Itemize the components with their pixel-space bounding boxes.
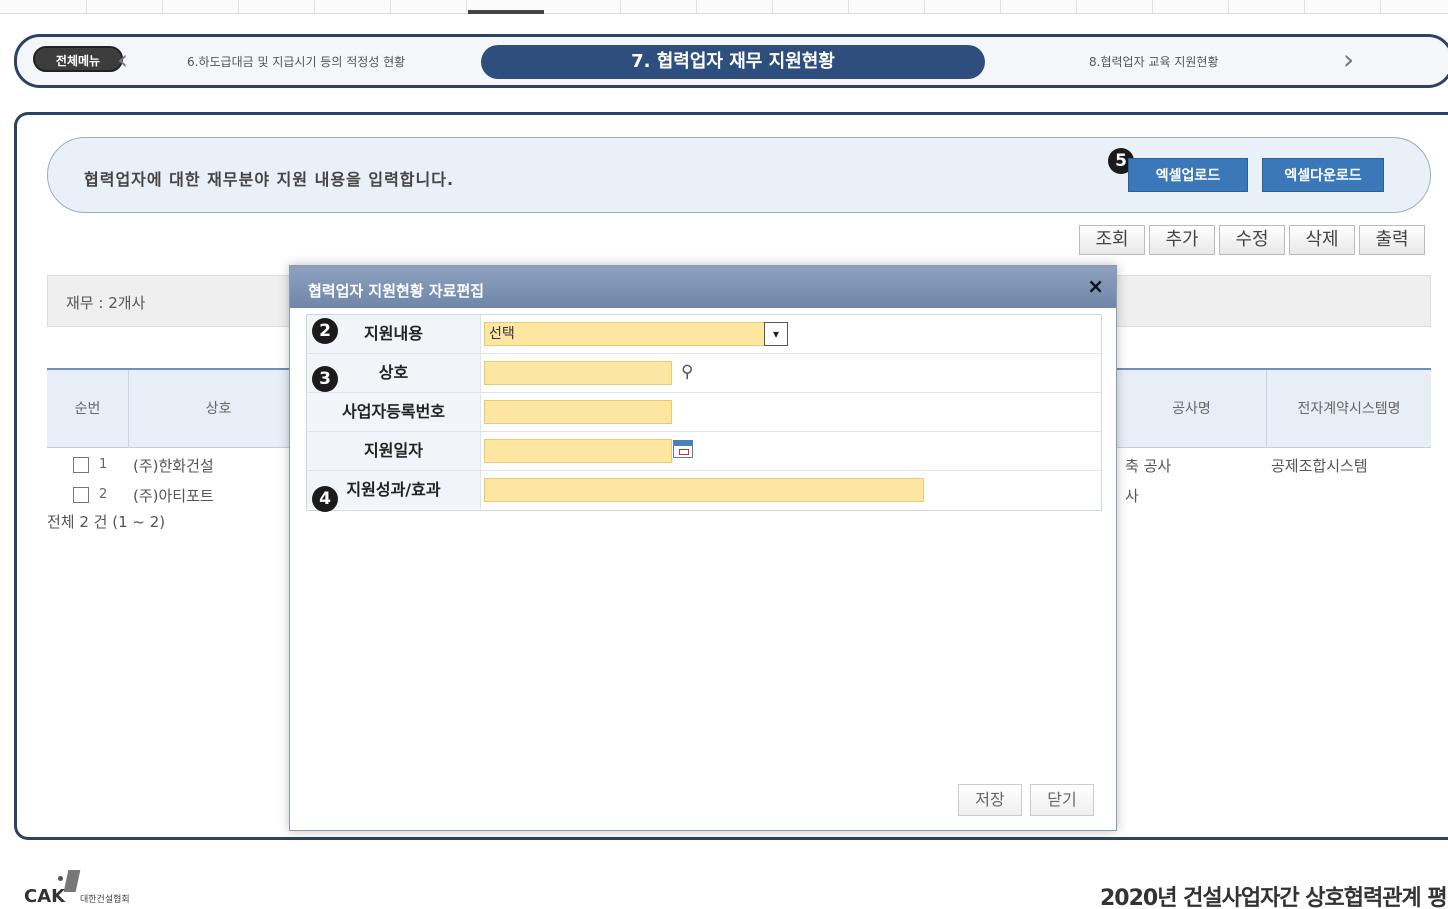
tab-divider xyxy=(620,0,621,13)
tab-divider xyxy=(1228,0,1229,13)
add-button[interactable]: 추가 xyxy=(1149,225,1215,255)
support-content-select[interactable]: 선택 ▾ xyxy=(484,322,788,346)
print-button[interactable]: 출력 xyxy=(1359,225,1425,255)
step-badge-2: 2 xyxy=(312,318,338,344)
step-navigation: 전체메뉴 ‹ 6.하도급대금 및 지급시기 등의 적정성 현황 7. 협력업자 … xyxy=(14,34,1448,88)
step-badge-4: 4 xyxy=(312,486,338,512)
logo-text: CAK xyxy=(24,886,66,907)
tab-divider xyxy=(238,0,239,13)
row-number: 1 xyxy=(99,457,108,472)
row-company: (주)한화건설 xyxy=(133,457,214,475)
chevron-right-icon[interactable]: › xyxy=(1343,45,1354,75)
excel-download-button[interactable]: 엑셀다운로드 xyxy=(1262,158,1384,192)
tab-divider xyxy=(696,0,697,13)
tab-divider xyxy=(314,0,315,13)
support-date-label: 지원일자 xyxy=(307,432,481,470)
logo-dot xyxy=(58,876,63,881)
close-button[interactable]: 닫기 xyxy=(1030,784,1094,816)
row-checkbox[interactable] xyxy=(73,487,89,503)
tab-divider xyxy=(86,0,87,13)
next-step-link[interactable]: 8.협력업자 교육 지원현황 xyxy=(1089,53,1218,70)
biz-no-label: 사업자등록번호 xyxy=(307,393,481,431)
col-company[interactable]: 상호 xyxy=(129,370,309,448)
active-tab-indicator xyxy=(468,10,544,14)
row-number: 2 xyxy=(99,487,108,502)
dialog-title: 협력업자 지원현황 자료편집 xyxy=(290,266,1116,308)
form-row-support-content: 지원내용 선택 ▾ xyxy=(307,315,1101,354)
edit-dialog: 협력업자 지원현황 자료편집 × 지원내용 선택 ▾ 상호 ⚲ 사업자등록번호 … xyxy=(289,265,1117,831)
tab-divider xyxy=(772,0,773,13)
current-step-title: 7. 협력업자 재무 지원현황 xyxy=(481,45,985,79)
close-icon[interactable]: × xyxy=(1087,274,1104,298)
footer-title: 2020년 건설사업자간 상호협력관계 평가 신청 xyxy=(1100,886,1448,909)
grid-total: 전체 2 건 (1 ~ 2) xyxy=(47,513,166,531)
summary-count: 재무 : 2개사 xyxy=(66,294,146,312)
row-project: 사 xyxy=(1125,487,1139,505)
delete-button[interactable]: 삭제 xyxy=(1289,225,1355,255)
form-row-company: 상호 ⚲ xyxy=(307,354,1101,393)
result-input[interactable] xyxy=(484,478,924,502)
action-toolbar: 조회 추가 수정 삭제 출력 xyxy=(17,225,1437,255)
col-seq[interactable]: 순번 xyxy=(47,370,129,448)
tab-divider xyxy=(1000,0,1001,13)
save-button[interactable]: 저장 xyxy=(958,784,1022,816)
org-logo: CAK 대한건설협회 xyxy=(24,870,164,907)
biz-no-input[interactable] xyxy=(484,400,672,424)
org-name: 대한건설협회 xyxy=(80,895,130,905)
excel-upload-button[interactable]: 엑셀업로드 xyxy=(1128,158,1248,192)
info-description: 협력업자에 대한 재무분야 지원 내용을 입력합니다. xyxy=(84,170,455,189)
row-company: (주)아티포트 xyxy=(133,487,214,505)
row-project: 축 공사 xyxy=(1125,457,1172,475)
tab-divider xyxy=(1380,0,1381,13)
support-date-input[interactable] xyxy=(484,439,672,463)
prev-step-link[interactable]: 6.하도급대금 및 지급시기 등의 적정성 현황 xyxy=(187,53,405,70)
tab-divider xyxy=(1152,0,1153,13)
edit-button[interactable]: 수정 xyxy=(1219,225,1285,255)
form-row-biz-no: 사업자등록번호 xyxy=(307,393,1101,432)
step-badge-3: 3 xyxy=(312,366,338,392)
all-menu-button[interactable]: 전체메뉴 xyxy=(33,46,123,72)
top-tab-strip xyxy=(0,0,1448,14)
tab-divider xyxy=(1304,0,1305,13)
chevron-left-icon[interactable]: ‹ xyxy=(117,45,128,75)
search-button[interactable]: 조회 xyxy=(1079,225,1145,255)
tab-divider xyxy=(390,0,391,13)
col-project[interactable]: 공사명 xyxy=(1117,370,1267,448)
logo-mark xyxy=(63,870,81,892)
tab-divider xyxy=(466,0,467,13)
col-system[interactable]: 전자계약시스템명 xyxy=(1267,370,1431,448)
tab-divider xyxy=(162,0,163,13)
chevron-down-icon[interactable]: ▾ xyxy=(764,322,788,346)
info-bar: 협력업자에 대한 재무분야 지원 내용을 입력합니다. 5 엑셀업로드 엑셀다운… xyxy=(47,137,1431,213)
tab-divider xyxy=(848,0,849,13)
calendar-icon[interactable] xyxy=(673,440,693,458)
company-input[interactable] xyxy=(484,361,672,385)
row-checkbox[interactable] xyxy=(73,457,89,473)
form-row-support-date: 지원일자 xyxy=(307,432,1101,471)
row-system: 공제조합시스템 xyxy=(1271,457,1368,475)
tab-divider xyxy=(1076,0,1077,13)
support-content-value: 선택 xyxy=(489,326,515,342)
form-row-result: 지원성과/효과 xyxy=(307,471,1101,510)
search-icon[interactable]: ⚲ xyxy=(681,362,693,382)
edit-form: 지원내용 선택 ▾ 상호 ⚲ 사업자등록번호 지원일자 지원성과/효과 xyxy=(306,314,1102,511)
tab-divider xyxy=(924,0,925,13)
